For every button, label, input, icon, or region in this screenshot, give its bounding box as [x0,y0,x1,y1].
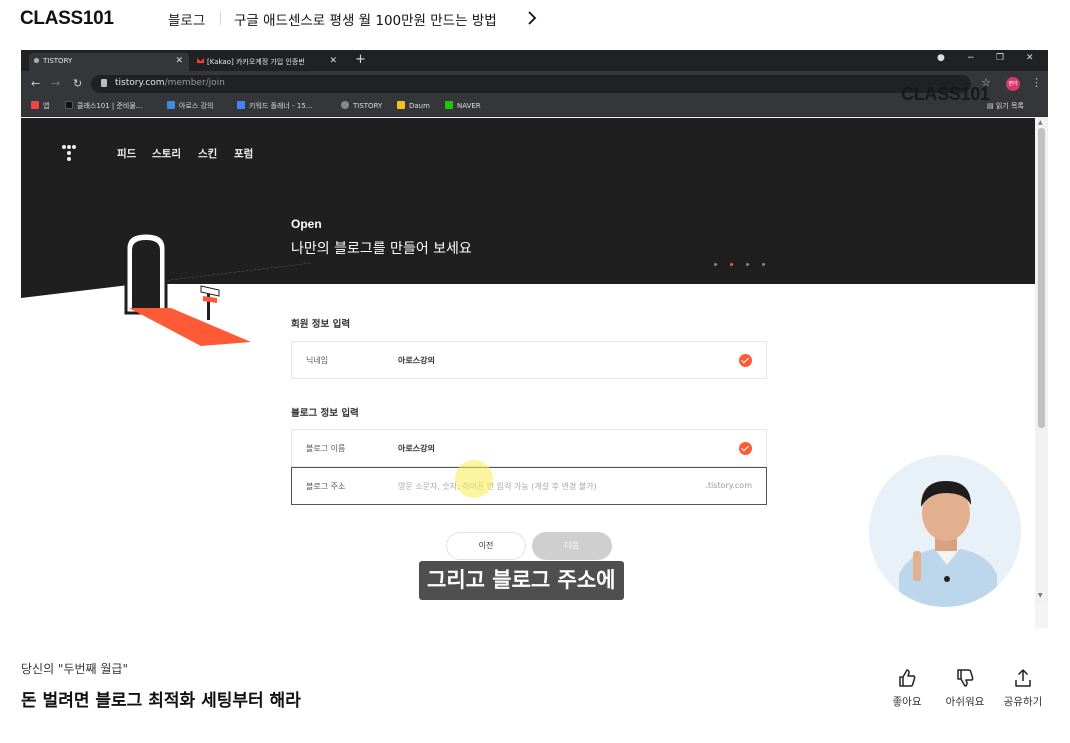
daum-favicon-icon [397,101,405,109]
naver-favicon-icon [445,101,453,109]
presenter-webcam [869,455,1021,607]
bookmark-tistory: TISTORY [341,101,382,110]
scroll-thumb [1038,128,1045,428]
class101-logo[interactable]: CLASS101 [20,8,114,30]
bookmark-naver: NAVER [445,101,481,110]
lesson-title: 돈 벌려면 블로그 최적화 세팅부터 해라 [21,691,301,711]
google-ads-favicon-icon [237,101,245,109]
bookmark-daum: Daum [397,101,430,110]
check-icon [739,442,752,455]
tistory-nav-feed: 피드 [117,148,137,160]
blog-address-input[interactable]: 영문 소문자, 숫자, 하이픈 만 입력 가능 (개설 후 변경 불가) [398,481,597,492]
thumbs-down-icon [957,669,974,687]
thumbs-up-icon [899,669,916,687]
course-name[interactable]: 당신의 "두번째 월급" [21,660,128,677]
breadcrumb-divider [220,11,221,25]
dislike-button[interactable]: 아쉬워요 [935,668,995,709]
browser-tab-kakao: [Kakao] 카카오계정 가입 인증번 ✕ [193,53,343,71]
like-button[interactable]: 좋아요 [877,668,937,709]
blog-address-field[interactable]: 블로그 주소 영문 소문자, 숫자, 하이픈 만 입력 가능 (개설 후 변경 … [291,467,767,505]
url-path: /member/join [164,78,225,88]
forward-icon: → [51,77,61,90]
chevron-right-icon[interactable] [524,10,540,26]
share-label: 공유하기 [1003,696,1043,708]
tistory-logo-icon [62,145,76,161]
tistory-nav-skin: 스킨 [198,148,218,160]
check-icon [739,354,752,367]
scroll-up-icon: ▲ [1038,119,1043,126]
nickname-field[interactable]: 닉네임 아로스강의 [291,341,767,379]
share-button[interactable]: 공유하기 [993,668,1053,709]
breadcrumb-category[interactable]: 블로그 [168,9,205,29]
site-header: CLASS101 블로그 구글 애드센스로 평생 월 100만원 만드는 방법 [0,0,1070,36]
video-player[interactable]: TISTORY ✕ [Kakao] 카카오계정 가입 인증번 ✕ + ● − ❐… [21,50,1048,628]
apps-grid-icon [31,101,39,109]
dislike-label: 아쉬워요 [945,696,985,708]
like-label: 좋아요 [892,696,922,708]
bookmark-keyword-planner: 키워드 플래너 - 15... [237,101,312,111]
blog-name-label: 블로그 이름 [306,444,346,453]
bookmark-class101: 클래스101 | 준비물... [65,101,143,111]
bookmark-aros: 아로스 강의 [167,101,213,111]
bookmark-apps: 앱 [31,101,49,111]
new-tab-icon: + [355,52,366,67]
blog-name-field[interactable]: 블로그 이름 아로스강의 [291,429,767,467]
class101-favicon-icon [65,101,73,109]
url-host: tistory.com [115,78,165,88]
tistory-favicon-icon [341,101,349,109]
aros-favicon-icon [167,101,175,109]
nickname-value[interactable]: 아로스강의 [398,355,435,366]
blog-address-suffix: .tistory.com [705,481,752,490]
bookmarks-bar: 앱 클래스101 | 준비물... 아로스 강의 키워드 플래너 - 15...… [21,97,1048,117]
window-close-icon: ✕ [1026,53,1034,63]
blog-name-value[interactable]: 아로스강의 [398,443,435,454]
back-icon: ← [31,77,41,90]
url-field: tistory.com/member/join [91,75,971,93]
class101-watermark: CLASS101 [901,84,990,104]
gmail-favicon-icon [197,57,204,64]
blog-address-label: 블로그 주소 [306,482,346,491]
scroll-down-icon: ▼ [1038,592,1043,599]
browser-address-bar: ← → ↻ tistory.com/member/join ☆ 편아 ⋮ [21,71,1048,97]
blog-info-heading: 블로그 정보 입력 [291,408,359,419]
browser-tab-bar: TISTORY ✕ [Kakao] 카카오계정 가입 인증번 ✕ + ● − ❐… [21,50,1048,71]
member-info-heading: 회원 정보 입력 [291,319,351,330]
maximize-icon: ❐ [996,53,1005,63]
share-icon [1015,669,1031,687]
next-button[interactable]: 다음 [532,532,612,560]
breadcrumb-course-title[interactable]: 구글 애드센스로 평생 월 100만원 만드는 방법 [234,9,497,29]
page-scrollbar: ▲ ▼ [1035,118,1048,603]
tistory-nav-forum: 포럼 [234,148,254,160]
tistory-favicon-icon [33,57,40,64]
door-illustration [21,231,311,358]
record-icon: ● [937,53,945,63]
browser-menu-icon: ⋮ [1031,76,1042,89]
hero-subtitle: 나만의 블로그를 만들어 보세요 [291,241,472,257]
cursor-highlight [455,460,493,498]
reading-list: ▤ 읽기 목록 [987,102,1024,110]
lock-icon [101,79,107,87]
tab-label: TISTORY [43,57,73,65]
tistory-nav-story: 스토리 [152,148,181,160]
close-icon: ✕ [175,56,183,66]
video-subtitle: 그리고 블로그 주소에 [419,561,624,600]
presenter-image [869,455,1021,607]
carousel-dots [714,251,778,270]
nickname-label: 닉네임 [306,356,329,365]
browser-tab-tistory: TISTORY ✕ [29,53,189,71]
prev-button[interactable]: 이전 [446,532,526,560]
minimize-icon: − [967,53,975,63]
profile-avatar: 편아 [1006,77,1020,91]
close-icon: ✕ [329,56,337,66]
tab-label: [Kakao] 카카오계정 가입 인증번 [207,58,305,66]
reload-icon: ↻ [73,77,83,90]
